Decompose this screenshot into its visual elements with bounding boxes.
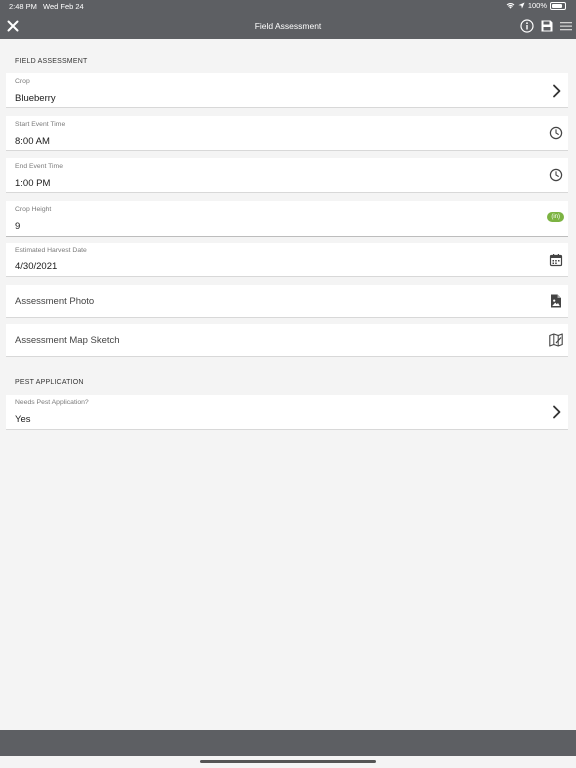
harvest-date-field[interactable]: Estimated Harvest Date 4/30/2021 (6, 243, 568, 277)
page-title: Field Assessment (254, 21, 322, 31)
info-icon[interactable] (520, 19, 534, 33)
status-right: 100% (506, 1, 566, 10)
calendar-icon (549, 254, 563, 267)
assessment-map-sketch-label: Assessment Map Sketch (15, 335, 120, 346)
status-date: Wed Feb 24 (43, 2, 84, 11)
save-icon[interactable] (540, 19, 554, 33)
bottom-toolbar (0, 730, 576, 756)
chevron-right-icon (553, 84, 561, 98)
clock-icon (549, 168, 563, 182)
assessment-photo-field[interactable]: Assessment Photo (6, 285, 568, 318)
status-bar: 2:48 PM Wed Feb 24 100% (0, 0, 576, 14)
clock-icon (549, 126, 563, 140)
section-header-pest-application: PEST APPLICATION (15, 379, 84, 386)
location-arrow-icon (518, 2, 525, 9)
end-event-time-label: End Event Time (15, 163, 63, 170)
crop-height-value: 9 (15, 221, 21, 232)
start-event-time-field[interactable]: Start Event Time 8:00 AM (6, 116, 568, 151)
pest-application-label: Needs Pest Application? (15, 399, 89, 406)
home-indicator[interactable] (200, 760, 376, 763)
assessment-map-sketch-field[interactable]: Assessment Map Sketch (6, 324, 568, 357)
crop-label: Crop (15, 78, 30, 85)
harvest-date-value: 4/30/2021 (15, 261, 58, 272)
crop-value: Blueberry (15, 93, 56, 104)
chevron-right-icon (553, 405, 561, 419)
section-header-field-assessment: FIELD ASSESSMENT (15, 58, 88, 65)
crop-height-label: Crop Height (15, 206, 52, 213)
end-event-time-value: 1:00 PM (15, 178, 51, 189)
crop-height-field[interactable]: Crop Height 9 (in) (6, 201, 568, 237)
pest-application-value: Yes (15, 414, 31, 425)
menu-icon[interactable] (560, 20, 572, 32)
start-event-time-value: 8:00 AM (15, 136, 50, 147)
status-time: 2:48 PM (9, 2, 37, 11)
battery-icon (550, 1, 566, 10)
battery-percent: 100% (527, 1, 547, 10)
crop-field[interactable]: Crop Blueberry (6, 73, 568, 108)
map-icon (549, 333, 563, 347)
assessment-photo-label: Assessment Photo (15, 296, 95, 307)
image-file-icon (551, 294, 561, 308)
nav-bar: Field Assessment (0, 14, 576, 39)
unit-badge: (in) (547, 212, 564, 222)
end-event-time-field[interactable]: End Event Time 1:00 PM (6, 158, 568, 193)
wifi-icon (506, 3, 515, 9)
pest-application-field[interactable]: Needs Pest Application? Yes (6, 395, 568, 430)
start-event-time-label: Start Event Time (15, 121, 66, 128)
harvest-date-label: Estimated Harvest Date (15, 247, 87, 254)
